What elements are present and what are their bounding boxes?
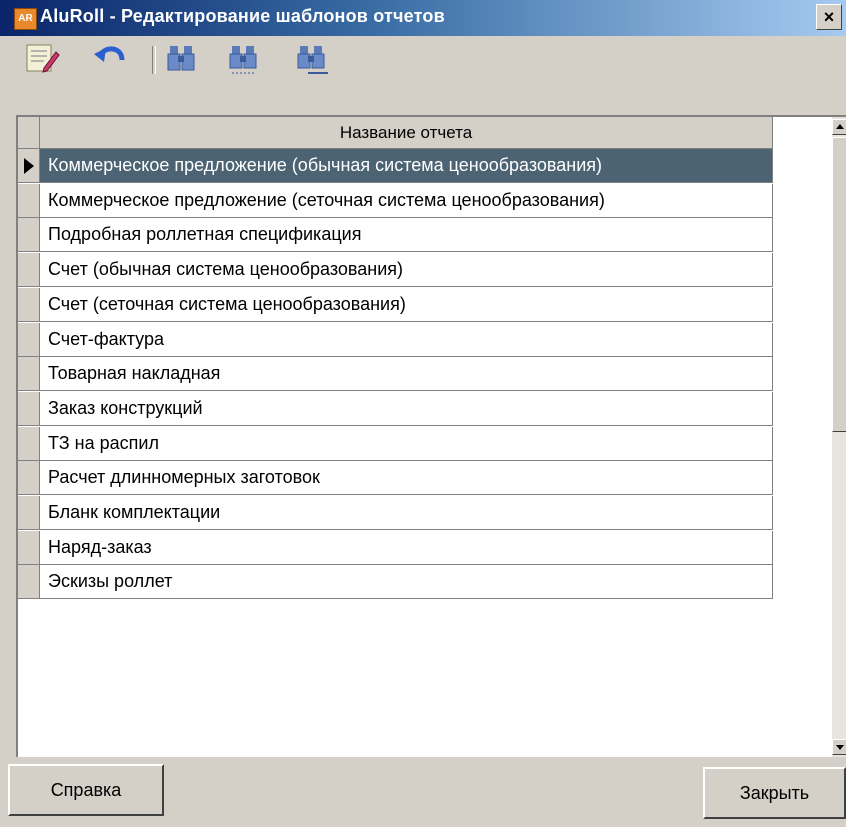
table-row[interactable]: Счет (обычная система ценообразования) (18, 253, 773, 288)
report-name-cell[interactable]: Коммерческое предложение (обычная систем… (40, 149, 773, 183)
report-name-cell[interactable]: Подробная роллетная спецификация (40, 218, 773, 253)
row-indicator[interactable] (18, 322, 40, 357)
report-name-cell[interactable]: Счет (сеточная система ценообразования) (40, 287, 773, 322)
close-window-button[interactable]: × (816, 4, 842, 30)
row-indicator[interactable] (18, 287, 40, 322)
report-name-cell[interactable]: Счет-фактура (40, 322, 773, 357)
title-bar[interactable]: AR AluRoll - Редактирование шаблонов отч… (0, 0, 846, 36)
table-row[interactable]: Эскизы роллет (18, 565, 773, 600)
table-row[interactable]: Коммерческое предложение (обычная систем… (18, 149, 773, 183)
row-indicator[interactable] (18, 391, 40, 426)
row-indicator[interactable] (18, 253, 40, 288)
app-logo-icon: AR (14, 8, 37, 30)
window-title: AluRoll - Редактирование шаблонов отчето… (40, 6, 445, 26)
binoculars-find-next-icon[interactable] (294, 40, 330, 76)
row-indicator[interactable] (18, 183, 40, 218)
vertical-scrollbar[interactable] (832, 117, 846, 757)
binoculars-find-icon[interactable] (164, 40, 200, 76)
table-row[interactable]: Коммерческое предложение (сеточная систе… (18, 183, 773, 218)
scroll-down-arrow-icon[interactable] (832, 739, 846, 755)
report-templates-window: AR AluRoll - Редактирование шаблонов отч… (0, 0, 846, 827)
report-name-cell[interactable]: Эскизы роллет (40, 565, 773, 600)
row-indicator[interactable] (18, 426, 40, 461)
edit-notepad-icon[interactable] (24, 40, 60, 76)
report-name-cell[interactable]: Наряд-заказ (40, 530, 773, 565)
table-row[interactable]: ТЗ на распил (18, 426, 773, 461)
close-button[interactable]: Закрыть (703, 767, 846, 819)
report-name-cell[interactable]: Счет (обычная система ценообразования) (40, 253, 773, 288)
row-indicator[interactable] (18, 496, 40, 530)
row-indicator[interactable] (18, 149, 40, 183)
report-name-cell[interactable]: Коммерческое предложение (сеточная систе… (40, 183, 773, 218)
toolbar (0, 36, 846, 114)
table-header-row: Название отчета (18, 117, 773, 149)
table-row[interactable]: Расчет длинномерных заготовок (18, 461, 773, 496)
help-button[interactable]: Справка (8, 764, 164, 816)
report-name-cell[interactable]: Заказ конструкций (40, 391, 773, 426)
row-indicator[interactable] (18, 530, 40, 565)
row-indicator[interactable] (18, 461, 40, 496)
report-name-cell[interactable]: Расчет длинномерных заготовок (40, 461, 773, 496)
table-row[interactable]: Подробная роллетная спецификация (18, 218, 773, 253)
table-row[interactable]: Заказ конструкций (18, 391, 773, 426)
current-row-arrow-icon (24, 158, 34, 174)
row-indicator[interactable] (18, 565, 40, 600)
reports-grid[interactable]: Название отчета Коммерческое предложение… (16, 115, 846, 757)
table-row[interactable]: Счет (сеточная система ценообразования) (18, 287, 773, 322)
table-row[interactable]: Счет-фактура (18, 322, 773, 357)
binoculars-find-prev-icon[interactable] (226, 40, 262, 76)
table-row[interactable]: Товарная накладная (18, 357, 773, 392)
scroll-up-arrow-icon[interactable] (832, 119, 846, 135)
undo-icon[interactable] (92, 40, 128, 76)
report-name-cell[interactable]: Бланк комплектации (40, 496, 773, 530)
row-indicator[interactable] (18, 357, 40, 392)
row-indicator[interactable] (18, 218, 40, 253)
report-name-cell[interactable]: Товарная накладная (40, 357, 773, 392)
toolbar-separator (152, 46, 156, 74)
report-name-cell[interactable]: ТЗ на распил (40, 426, 773, 461)
table-row[interactable]: Бланк комплектации (18, 496, 773, 530)
scrollbar-thumb[interactable] (832, 137, 846, 432)
row-indicator-header (18, 117, 40, 149)
column-header-report-name[interactable]: Название отчета (40, 117, 773, 149)
table-row[interactable]: Наряд-заказ (18, 530, 773, 565)
